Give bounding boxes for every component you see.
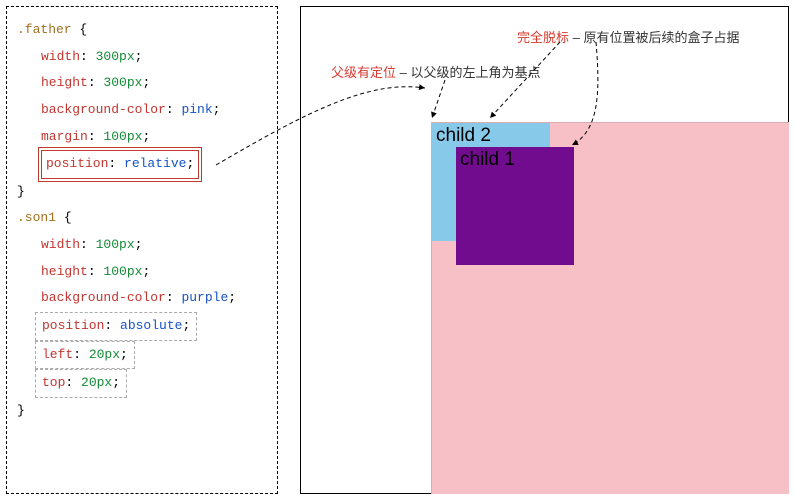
- selector-son1: .son1: [17, 210, 56, 225]
- highlight-position-relative: position: relative;: [41, 150, 199, 179]
- code-line: .son1 {: [17, 205, 267, 232]
- code-line: width: 100px;: [17, 232, 267, 259]
- code-line: }: [17, 179, 267, 206]
- code-line: left: 20px;: [17, 341, 267, 370]
- annotation-parent-positioned: 父级有定位 – 以父级的左上角为基点: [331, 62, 540, 81]
- code-line: margin: 100px;: [17, 124, 267, 151]
- code-line: .father {: [17, 17, 267, 44]
- code-line: position: absolute;: [17, 312, 267, 341]
- child1-label: child 1: [460, 149, 515, 170]
- selector-father: .father: [17, 22, 72, 37]
- code-line: height: 300px;: [17, 70, 267, 97]
- annotation-out-of-flow: 完全脱标 – 原有位置被后续的盒子占据: [517, 27, 739, 46]
- father-box: child 2 child 1: [431, 122, 789, 494]
- code-line: height: 100px;: [17, 259, 267, 286]
- code-panel: .father { width: 300px; height: 300px; b…: [6, 6, 278, 494]
- child1-box: child 1: [456, 147, 574, 265]
- code-line: background-color: pink;: [17, 97, 267, 124]
- code-line-highlighted-relative: position: relative;: [17, 150, 267, 179]
- child2-label: child 2: [436, 125, 491, 146]
- code-line: }: [17, 398, 267, 425]
- render-panel: 父级有定位 – 以父级的左上角为基点 完全脱标 – 原有位置被后续的盒子占据 c…: [300, 6, 789, 494]
- code-line: top: 20px;: [17, 369, 267, 398]
- highlight-absolute-group: position: absolute;: [35, 312, 197, 341]
- code-line: width: 300px;: [17, 44, 267, 71]
- code-line: background-color: purple;: [17, 285, 267, 312]
